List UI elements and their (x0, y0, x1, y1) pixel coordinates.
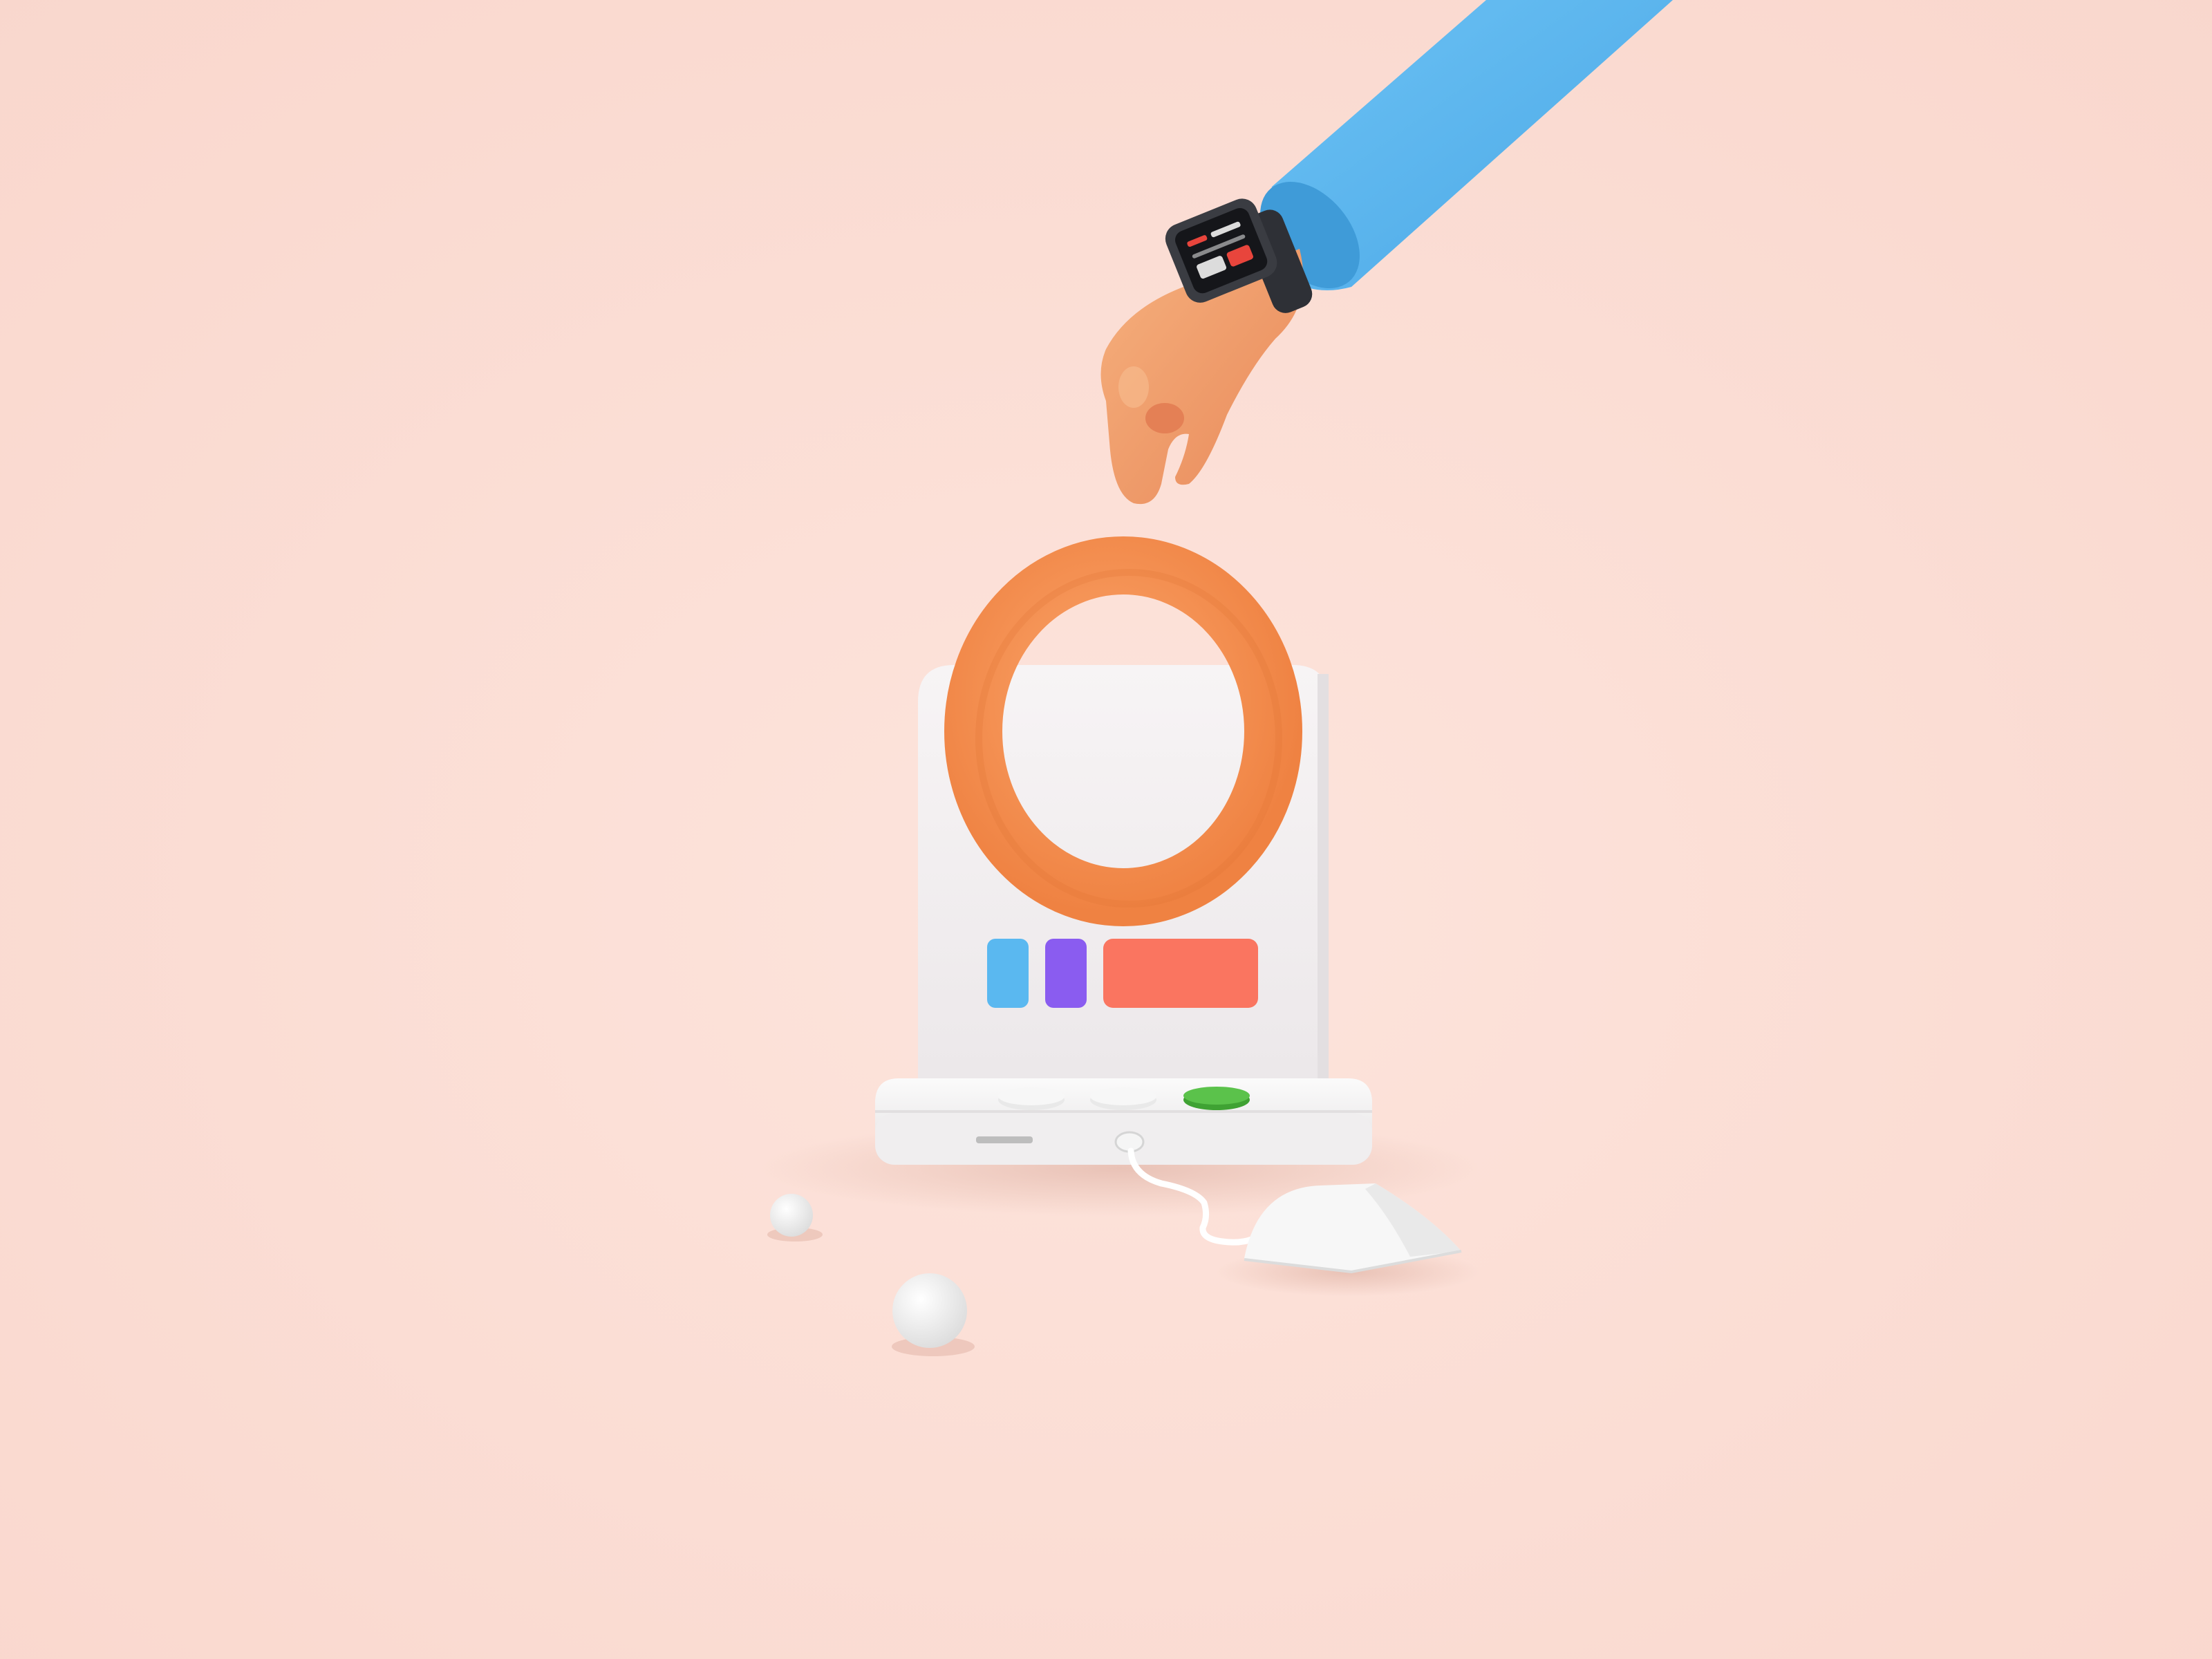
coral-button[interactable] (1103, 939, 1258, 1008)
blue-button[interactable] (987, 939, 1029, 1008)
illustration (0, 0, 2212, 1659)
large-sphere (892, 1273, 967, 1348)
port-slot (976, 1136, 1033, 1143)
purple-button[interactable] (1045, 939, 1087, 1008)
small-sphere (770, 1194, 813, 1237)
